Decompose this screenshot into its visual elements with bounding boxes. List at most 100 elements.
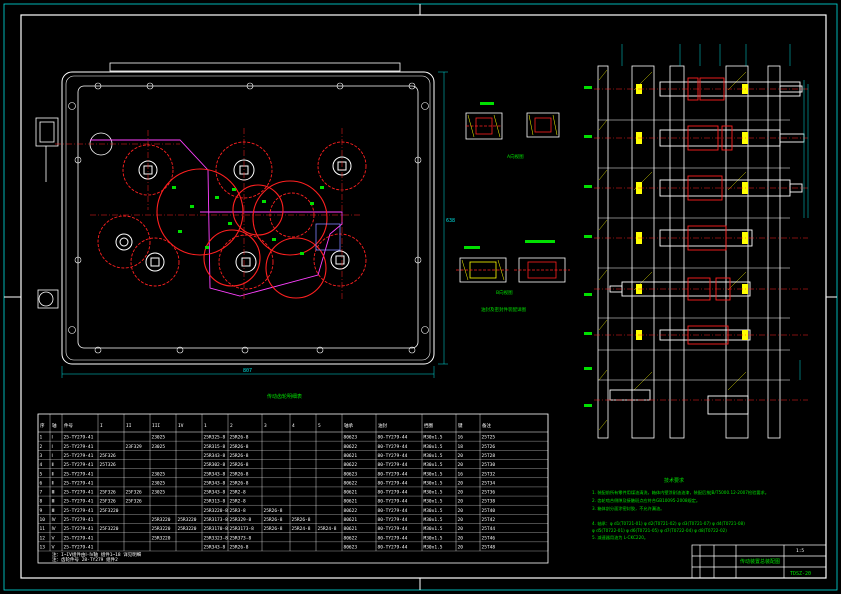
table-cell: 80621	[344, 499, 358, 505]
table-cell: 80622	[344, 508, 358, 514]
table-cell: 25-TY279-41	[64, 444, 94, 450]
section-walls	[597, 65, 781, 439]
table-cell: 25T26	[482, 444, 496, 450]
detail-caption-1: A向视图	[507, 153, 524, 160]
table-header-cell: 1	[204, 423, 207, 429]
table-cell: 25R3220	[152, 517, 171, 523]
table-cell: 25-TY279-41	[64, 453, 94, 459]
table-cell: 25R26-8	[230, 471, 249, 477]
table-cell: 25T30	[482, 462, 496, 468]
table-header-cell: 挡圈	[424, 422, 433, 429]
table-cell: 23025	[152, 480, 166, 486]
table-footer-note: 注：齿轮件号 28-TY279 组件2	[52, 556, 118, 563]
table-header-cell: IV	[178, 423, 184, 429]
table-cell: 25T28	[482, 453, 496, 459]
table-cell: 80622	[344, 480, 358, 486]
table-cell: Ⅲ	[52, 490, 55, 496]
table-cell: M30x1.5	[424, 545, 443, 551]
table-cell: 80-TY279-44	[378, 499, 408, 505]
table-cell: 80-TY279-44	[378, 444, 408, 450]
table-cell: 80622	[344, 535, 358, 541]
table-cell: 80623	[344, 471, 358, 477]
table-cell: Ⅳ	[52, 517, 57, 523]
table-cell: 4	[40, 462, 43, 468]
table-cell: 25R26-8	[264, 526, 283, 532]
table-title: 传动齿轮明细表	[267, 393, 302, 400]
table-cell: M30x1.5	[424, 517, 443, 523]
table-cell: 25-TY279-41	[64, 435, 94, 441]
notes-block: 1. 装配前所有零件用煤油清洗，箱体内壁涂耐油油漆，装配后按JB/T5000.1…	[592, 489, 769, 541]
table-cell: 25T48	[482, 545, 496, 551]
table-cell: 80622	[344, 444, 358, 450]
table-cell: 80-TY279-44	[378, 508, 408, 514]
table-cell: 25-TY279-41	[64, 535, 94, 541]
table-cell: 25R3220	[178, 517, 197, 523]
table-cell: 1	[40, 435, 43, 441]
table-cell: 25R26-8	[230, 545, 249, 551]
table-cell: Ⅱ	[52, 471, 54, 477]
shafts	[609, 81, 805, 415]
table-cell: 25T42	[482, 517, 496, 523]
table-cell: M30x1.5	[424, 471, 443, 477]
table-cell: Ⅰ	[52, 435, 53, 441]
table-cell: 25T25	[482, 435, 496, 441]
table-cell: 25T46	[482, 535, 496, 541]
plan-dim-height: 638	[446, 218, 455, 224]
table-cell: 25T34	[482, 480, 496, 486]
drawing-sheet: 807 638 传动齿轮明细表 A向视图 B向视图 油封及密封件装配详图 技术要…	[3, 3, 838, 591]
table-cell: 10	[40, 517, 46, 523]
table-cell: M30x1.5	[424, 435, 443, 441]
table-cell: 80-TY279-44	[378, 526, 408, 532]
table-cell: 80-TY279-44	[378, 517, 408, 523]
gear-pitch-large	[156, 168, 328, 299]
table-cell: 25R3220	[152, 526, 171, 532]
table-cell: 25F3220	[100, 526, 119, 532]
table-cell: 25F326	[100, 453, 117, 459]
table-cell: 23025	[152, 490, 166, 496]
table-cell: 80622	[344, 462, 358, 468]
table-cell: 23F329	[126, 444, 143, 450]
table-cell: 23025	[152, 471, 166, 477]
table-cell: 2	[40, 444, 43, 450]
table-cell: 25R3173-8	[230, 526, 255, 532]
table-cell: M30x1.5	[424, 444, 443, 450]
shaft-centerlines	[594, 88, 808, 401]
table-header-cell: II	[126, 423, 132, 429]
table-cell: 25R329-8	[230, 517, 252, 523]
table-cell: 25R373-8	[230, 535, 252, 541]
housing-inner-flange	[77, 85, 419, 349]
detail-hatch	[461, 114, 558, 281]
table-cell: 20	[458, 517, 464, 523]
table-cell: 20	[458, 508, 464, 514]
table-cell: 25R26-8	[264, 517, 283, 523]
table-cell: 80621	[344, 453, 358, 459]
section-bearings	[636, 84, 748, 340]
table-footer-note: 注：I~IV组件由Ⅰ-Ⅳ轴 组件1~18 详见明细	[52, 551, 142, 558]
table-cell: 23025	[152, 435, 166, 441]
table-cell: 20	[458, 490, 464, 496]
table-cell: 25R3220	[152, 535, 171, 541]
table-cell: M30x1.5	[424, 535, 443, 541]
table-cell: 25R3220	[178, 526, 197, 532]
table-cell: 80623	[344, 435, 358, 441]
table-cell: Ⅴ	[52, 545, 56, 551]
title-block-title: 传动装置总装配图	[740, 558, 780, 565]
table-cell: 20	[458, 480, 464, 486]
table-cell: 80621	[344, 526, 358, 532]
table-cell: 25R26-8	[230, 453, 249, 459]
table-cell: 25R2-8	[230, 499, 247, 505]
table-cell: 25R26-8	[230, 444, 249, 450]
table-cell: 80-TY279-44	[378, 480, 408, 486]
table-cell: Ⅲ	[52, 508, 55, 514]
table-cell: 25R24-8	[318, 526, 337, 532]
housing-outer	[61, 71, 435, 365]
table-cell: 25-TY279-41	[64, 471, 94, 477]
table-cell: 25F3220	[100, 508, 119, 514]
table-cell: 25T32	[482, 471, 496, 477]
table-cell: 6	[40, 480, 43, 486]
table-cell: 80621	[344, 517, 358, 523]
table-cell: 25R26-8	[230, 435, 249, 441]
table-cell: 80-TY279-44	[378, 545, 408, 551]
table-cell: 25-TY279-41	[64, 545, 94, 551]
detail-views	[456, 112, 570, 283]
